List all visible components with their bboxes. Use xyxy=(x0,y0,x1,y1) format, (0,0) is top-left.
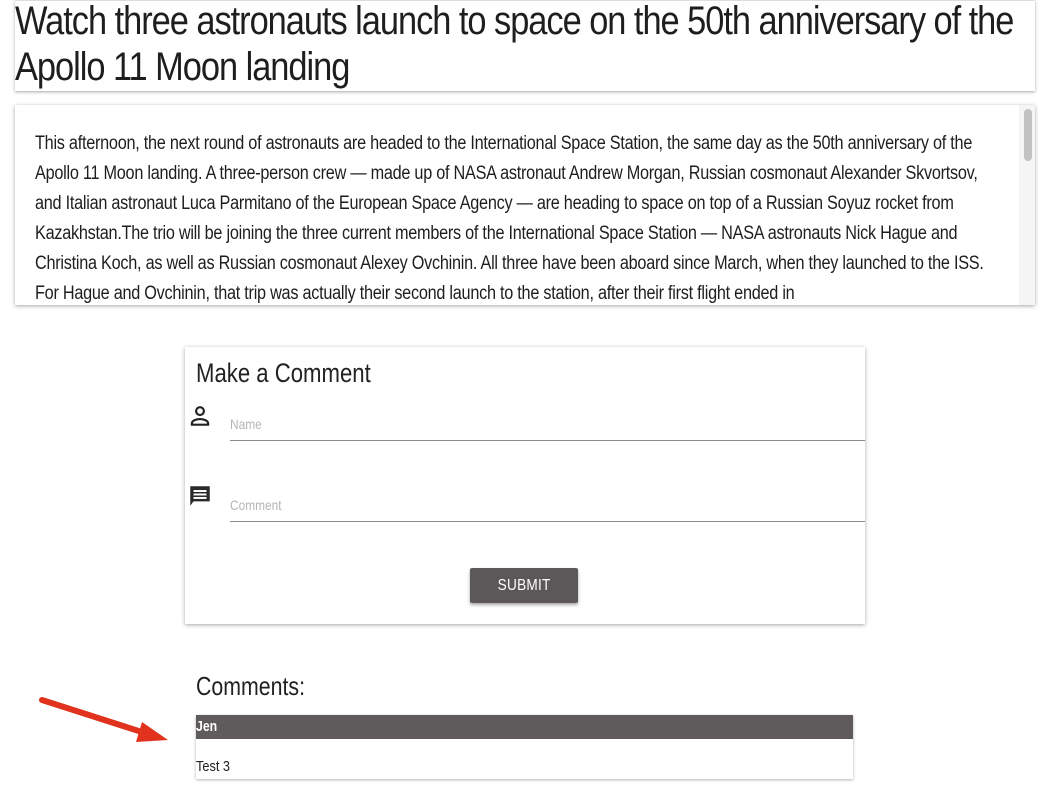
comment-author-bar: Jen xyxy=(196,715,853,739)
page: Watch three astronauts launch to space o… xyxy=(0,0,1042,785)
comment-input[interactable] xyxy=(230,491,770,519)
comment-text: Test 3 xyxy=(196,758,231,775)
comment-form-title: Make a Comment xyxy=(196,358,371,388)
article-scrollbar[interactable] xyxy=(1019,105,1035,305)
submit-button[interactable]: SUBMIT xyxy=(470,568,578,603)
annotation-arrow-icon xyxy=(39,697,168,742)
comment-author: Jen xyxy=(196,718,218,735)
person-icon xyxy=(187,403,213,429)
comment-form-card: Make a Comment SUBMIT xyxy=(185,347,865,624)
comment-item: Jen Test 3 xyxy=(196,715,853,779)
comments-heading: Comments: xyxy=(196,671,305,701)
submit-button-label: SUBMIT xyxy=(497,576,551,594)
article-title: Watch three astronauts launch to space o… xyxy=(15,0,1014,89)
article-body-text: This afternoon, the next round of astron… xyxy=(35,133,984,304)
article-body-card[interactable]: This afternoon, the next round of astron… xyxy=(15,105,1035,305)
name-input[interactable] xyxy=(230,410,770,438)
article-title-card: Watch three astronauts launch to space o… xyxy=(15,0,1035,91)
name-field[interactable] xyxy=(230,410,865,441)
comment-icon xyxy=(187,483,213,509)
article-scrollbar-thumb[interactable] xyxy=(1024,109,1032,161)
comment-field[interactable] xyxy=(230,491,865,522)
